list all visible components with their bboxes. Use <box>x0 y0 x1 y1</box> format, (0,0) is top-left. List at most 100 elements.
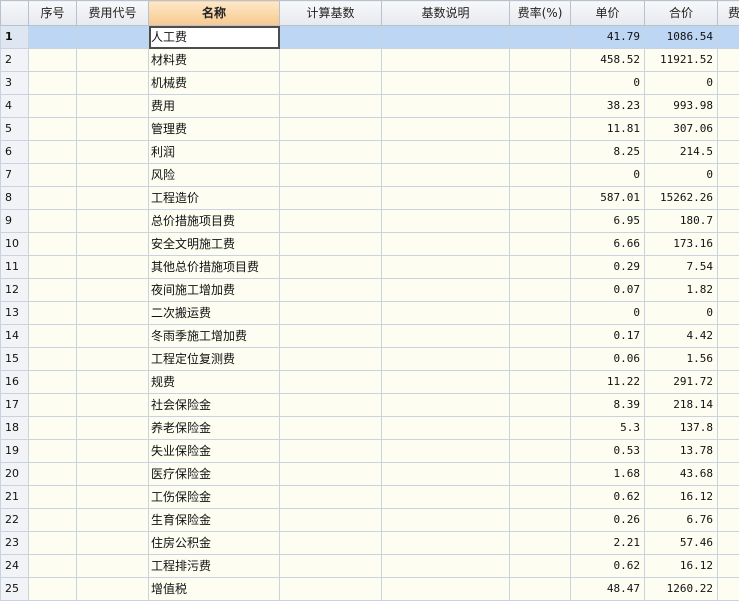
total-cell[interactable]: 218.14 <box>644 393 718 417</box>
total-cell[interactable]: 43.68 <box>644 462 718 486</box>
rate-cell[interactable] <box>509 25 571 49</box>
base-cell[interactable] <box>279 324 382 348</box>
extra-cell[interactable] <box>717 370 739 394</box>
rate-cell[interactable] <box>509 370 571 394</box>
name-cell[interactable]: 增值税 <box>148 577 280 601</box>
rate-cell[interactable] <box>509 140 571 164</box>
seq-cell[interactable] <box>28 71 77 95</box>
extra-cell[interactable] <box>717 140 739 164</box>
total-cell[interactable]: 16.12 <box>644 554 718 578</box>
table-row[interactable]: 19 失业保险金 0.53 13.78 <box>0 439 739 463</box>
name-cell[interactable]: 住房公积金 <box>148 531 280 555</box>
base-desc-cell[interactable] <box>381 209 510 233</box>
name-cell[interactable]: 社会保险金 <box>148 393 280 417</box>
base-cell[interactable] <box>279 554 382 578</box>
total-cell[interactable]: 0 <box>644 163 718 187</box>
extra-cell[interactable] <box>717 209 739 233</box>
base-desc-cell[interactable] <box>381 186 510 210</box>
base-cell[interactable] <box>279 140 382 164</box>
base-desc-cell[interactable] <box>381 278 510 302</box>
rate-cell[interactable] <box>509 71 571 95</box>
row-number[interactable]: 15 <box>0 347 29 371</box>
code-cell[interactable] <box>76 209 149 233</box>
base-desc-cell[interactable] <box>381 577 510 601</box>
total-cell[interactable]: 16.12 <box>644 485 718 509</box>
name-cell[interactable]: 养老保险金 <box>148 416 280 440</box>
unit-price-cell[interactable]: 5.3 <box>570 416 645 440</box>
base-desc-cell[interactable] <box>381 370 510 394</box>
unit-price-cell[interactable]: 48.47 <box>570 577 645 601</box>
base-desc-cell[interactable] <box>381 439 510 463</box>
seq-cell[interactable] <box>28 117 77 141</box>
extra-cell[interactable] <box>717 48 739 72</box>
seq-cell[interactable] <box>28 531 77 555</box>
extra-cell[interactable] <box>717 71 739 95</box>
base-cell[interactable] <box>279 347 382 371</box>
extra-cell[interactable] <box>717 508 739 532</box>
seq-cell[interactable] <box>28 439 77 463</box>
total-cell[interactable]: 0 <box>644 71 718 95</box>
name-cell[interactable]: 安全文明施工费 <box>148 232 280 256</box>
extra-cell[interactable] <box>717 577 739 601</box>
row-number[interactable]: 11 <box>0 255 29 279</box>
column-header-rate[interactable]: 费率(%) <box>509 0 571 26</box>
table-row[interactable]: 6 利润 8.25 214.5 <box>0 140 739 164</box>
table-row[interactable]: 24 工程排污费 0.62 16.12 <box>0 554 739 578</box>
code-cell[interactable] <box>76 301 149 325</box>
name-cell[interactable]: 二次搬运费 <box>148 301 280 325</box>
base-desc-cell[interactable] <box>381 94 510 118</box>
base-desc-cell[interactable] <box>381 48 510 72</box>
code-cell[interactable] <box>76 462 149 486</box>
column-header-unit-price[interactable]: 单价 <box>570 0 645 26</box>
unit-price-cell[interactable]: 2.21 <box>570 531 645 555</box>
total-cell[interactable]: 307.06 <box>644 117 718 141</box>
extra-cell[interactable] <box>717 324 739 348</box>
table-row[interactable]: 4 费用 38.23 993.98 <box>0 94 739 118</box>
base-desc-cell[interactable] <box>381 531 510 555</box>
column-header-base-desc[interactable]: 基数说明 <box>381 0 510 26</box>
seq-cell[interactable] <box>28 278 77 302</box>
base-desc-cell[interactable] <box>381 393 510 417</box>
unit-price-cell[interactable]: 1.68 <box>570 462 645 486</box>
extra-cell[interactable] <box>717 117 739 141</box>
name-cell[interactable]: 其他总价措施项目费 <box>148 255 280 279</box>
name-cell[interactable]: 风险 <box>148 163 280 187</box>
unit-price-cell[interactable]: 6.95 <box>570 209 645 233</box>
seq-cell[interactable] <box>28 140 77 164</box>
table-row[interactable]: 25 增值税 48.47 1260.22 <box>0 577 739 601</box>
total-cell[interactable]: 1086.54 <box>644 25 718 49</box>
rate-cell[interactable] <box>509 163 571 187</box>
row-number[interactable]: 4 <box>0 94 29 118</box>
extra-cell[interactable] <box>717 554 739 578</box>
code-cell[interactable] <box>76 232 149 256</box>
base-cell[interactable] <box>279 255 382 279</box>
seq-cell[interactable] <box>28 416 77 440</box>
seq-cell[interactable] <box>28 25 77 49</box>
code-cell[interactable] <box>76 347 149 371</box>
name-cell[interactable]: 夜间施工增加费 <box>148 278 280 302</box>
unit-price-cell[interactable]: 41.79 <box>570 25 645 49</box>
base-cell[interactable] <box>279 163 382 187</box>
column-header-seq[interactable]: 序号 <box>28 0 77 26</box>
base-desc-cell[interactable] <box>381 554 510 578</box>
table-row[interactable]: 1 人工费 41.79 1086.54 <box>0 25 739 49</box>
base-cell[interactable] <box>279 278 382 302</box>
base-cell[interactable] <box>279 416 382 440</box>
extra-cell[interactable] <box>717 255 739 279</box>
rate-cell[interactable] <box>509 416 571 440</box>
base-desc-cell[interactable] <box>381 347 510 371</box>
name-cell[interactable]: 利润 <box>148 140 280 164</box>
unit-price-cell[interactable]: 0.07 <box>570 278 645 302</box>
base-desc-cell[interactable] <box>381 462 510 486</box>
table-row[interactable]: 21 工伤保险金 0.62 16.12 <box>0 485 739 509</box>
table-row[interactable]: 5 管理费 11.81 307.06 <box>0 117 739 141</box>
base-desc-cell[interactable] <box>381 25 510 49</box>
rate-cell[interactable] <box>509 347 571 371</box>
column-header-name[interactable]: 名称 <box>148 0 280 26</box>
base-desc-cell[interactable] <box>381 324 510 348</box>
seq-cell[interactable] <box>28 209 77 233</box>
column-header-total[interactable]: 合价 <box>644 0 718 26</box>
unit-price-cell[interactable]: 0.17 <box>570 324 645 348</box>
row-number[interactable]: 6 <box>0 140 29 164</box>
base-cell[interactable] <box>279 439 382 463</box>
